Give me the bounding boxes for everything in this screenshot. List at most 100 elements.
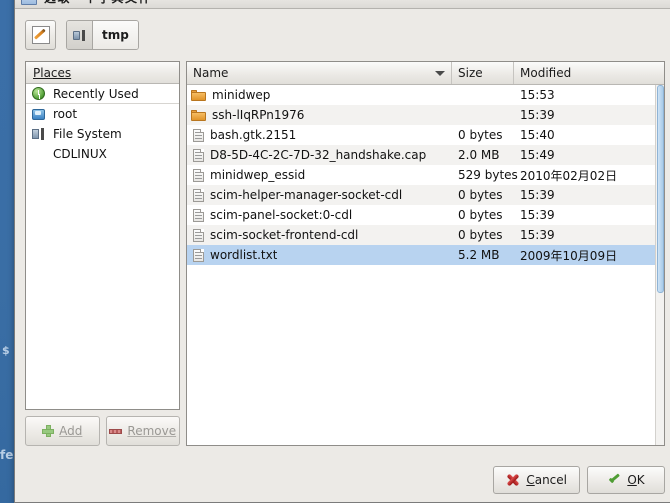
column-header-size[interactable]: Size (452, 62, 514, 84)
file-list-header: Name Size Modified (187, 62, 664, 85)
path-segment-tmp[interactable]: tmp (93, 21, 138, 49)
recent-clock-icon (31, 86, 47, 101)
remove-button-label: Remove (127, 424, 177, 438)
file-name: ssh-lIqRPn1976 (212, 108, 305, 122)
document-icon (193, 188, 204, 202)
file-list-scrollbar-thumb[interactable] (657, 85, 664, 293)
dialog-titlebar[interactable]: 选取一个字典文件 (15, 0, 670, 9)
cancel-button[interactable]: Cancel (493, 466, 580, 494)
remove-button[interactable]: Remove (105, 416, 180, 446)
close-icon (506, 473, 520, 487)
sidebar-item-root[interactable]: root (26, 104, 179, 124)
pencil-icon (31, 26, 50, 44)
home-folder-icon (31, 107, 47, 122)
table-row[interactable]: minidwep 15:53 (187, 85, 664, 105)
document-icon (193, 228, 204, 242)
file-name-cell: scim-socket-frontend-cdl (187, 228, 452, 242)
table-row[interactable]: D8-5D-4C-2C-7D-32_handshake.cap 2.0 MB 1… (187, 145, 664, 165)
path-segment-root[interactable] (67, 21, 93, 49)
sidebar-item-label: root (53, 107, 78, 121)
document-icon (193, 128, 204, 142)
file-modified: 15:40 (520, 128, 555, 142)
cancel-rest: ancel (534, 473, 567, 487)
sidebar-item-cdlinux[interactable]: CDLINUX (26, 144, 179, 164)
dialog-body: tmp Places Recently Used root File Syste… (15, 9, 670, 502)
file-modified: 15:39 (520, 228, 555, 242)
file-list-scrollbar[interactable] (655, 85, 664, 445)
file-name: bash.gtk.2151 (210, 128, 297, 142)
table-row[interactable]: scim-helper-manager-socket-cdl 0 bytes 1… (187, 185, 664, 205)
folder-icon (191, 89, 206, 101)
file-name-cell: wordlist.txt (187, 248, 452, 262)
file-name: scim-panel-socket:0-cdl (210, 208, 353, 222)
document-icon (193, 148, 204, 162)
file-name: scim-socket-frontend-cdl (210, 228, 359, 242)
drive-icon (31, 127, 47, 142)
column-header-modified[interactable]: Modified (514, 62, 664, 84)
file-size: 0 bytes (458, 128, 503, 142)
file-size: 2.0 MB (458, 148, 500, 162)
sidebar-item-label: CDLINUX (53, 147, 107, 161)
file-size: 0 bytes (458, 208, 503, 222)
file-modified: 15:39 (520, 208, 555, 222)
ok-mnemonic: O (627, 473, 637, 487)
places-buttons: Add Remove (25, 416, 180, 446)
file-name-cell: bash.gtk.2151 (187, 128, 452, 142)
toolbar: tmp (25, 19, 665, 51)
document-icon (193, 208, 204, 222)
sidebar-item-label: Recently Used (53, 86, 139, 101)
file-size: 5.2 MB (458, 248, 500, 262)
places-list: Places Recently Used root File System CD… (25, 61, 180, 410)
check-icon (607, 473, 621, 487)
desktop-partial-text-money: $ (2, 344, 10, 357)
ok-rest: K (636, 473, 645, 487)
file-name-cell: D8-5D-4C-2C-7D-32_handshake.cap (187, 148, 452, 162)
create-folder-button[interactable] (25, 20, 56, 50)
minus-icon (109, 428, 123, 434)
file-name: D8-5D-4C-2C-7D-32_handshake.cap (210, 148, 427, 162)
file-modified: 15:49 (520, 148, 555, 162)
column-header-modified-label: Modified (520, 66, 572, 80)
file-size: 529 bytes (458, 168, 518, 182)
table-row[interactable]: wordlist.txt 5.2 MB 2009年10月09日 (187, 245, 664, 265)
add-button-label: Add (59, 424, 83, 438)
table-row[interactable]: scim-socket-frontend-cdl 0 bytes 15:39 (187, 225, 664, 245)
path-bar: tmp (66, 20, 139, 50)
window-icon (21, 0, 37, 5)
dialog-action-buttons: Cancel OK (493, 466, 665, 494)
table-row[interactable]: ssh-lIqRPn1976 15:39 (187, 105, 664, 125)
add-button[interactable]: Add (25, 416, 100, 446)
sidebar-item-recently-used[interactable]: Recently Used (26, 84, 179, 104)
file-name: wordlist.txt (210, 248, 278, 262)
folder-icon (191, 109, 206, 121)
file-modified: 2009年10月09日 (520, 248, 618, 263)
file-name-cell: scim-helper-manager-socket-cdl (187, 188, 452, 202)
table-row[interactable]: scim-panel-socket:0-cdl 0 bytes 15:39 (187, 205, 664, 225)
ok-button-label: OK (627, 473, 644, 487)
plus-icon (42, 425, 55, 437)
file-size: 0 bytes (458, 188, 503, 202)
document-icon (193, 168, 204, 182)
file-name: minidwep (212, 88, 271, 102)
file-name: minidwep_essid (210, 168, 306, 182)
file-list-rows: minidwep 15:53 ssh-lIqRPn1976 15:39 bash… (187, 85, 664, 445)
places-header-label: Places (33, 65, 72, 80)
column-header-name[interactable]: Name (187, 62, 452, 84)
file-name-cell: minidwep_essid (187, 168, 452, 182)
file-name-cell: minidwep (187, 88, 452, 102)
file-name: scim-helper-manager-socket-cdl (210, 188, 403, 202)
cancel-mnemonic: C (526, 473, 535, 487)
ok-button[interactable]: OK (587, 466, 665, 494)
table-row[interactable]: minidwep_essid 529 bytes 2010年02月02日 (187, 165, 664, 185)
table-row[interactable]: bash.gtk.2151 0 bytes 15:40 (187, 125, 664, 145)
file-modified: 15:39 (520, 188, 555, 202)
file-chooser-dialog: 选取一个字典文件 tmp Places (14, 0, 670, 503)
sidebar-item-label: File System (53, 127, 122, 141)
document-icon (193, 248, 204, 262)
desktop-partial-text-fe: fe (0, 448, 14, 462)
file-list-pane: Name Size Modified minidwep 15:53 ssh-lI… (186, 61, 665, 446)
sidebar-item-file-system[interactable]: File System (26, 124, 179, 144)
cancel-button-label: Cancel (526, 473, 567, 487)
dialog-title: 选取一个字典文件 (44, 0, 152, 6)
file-modified: 2010年02月02日 (520, 168, 618, 183)
